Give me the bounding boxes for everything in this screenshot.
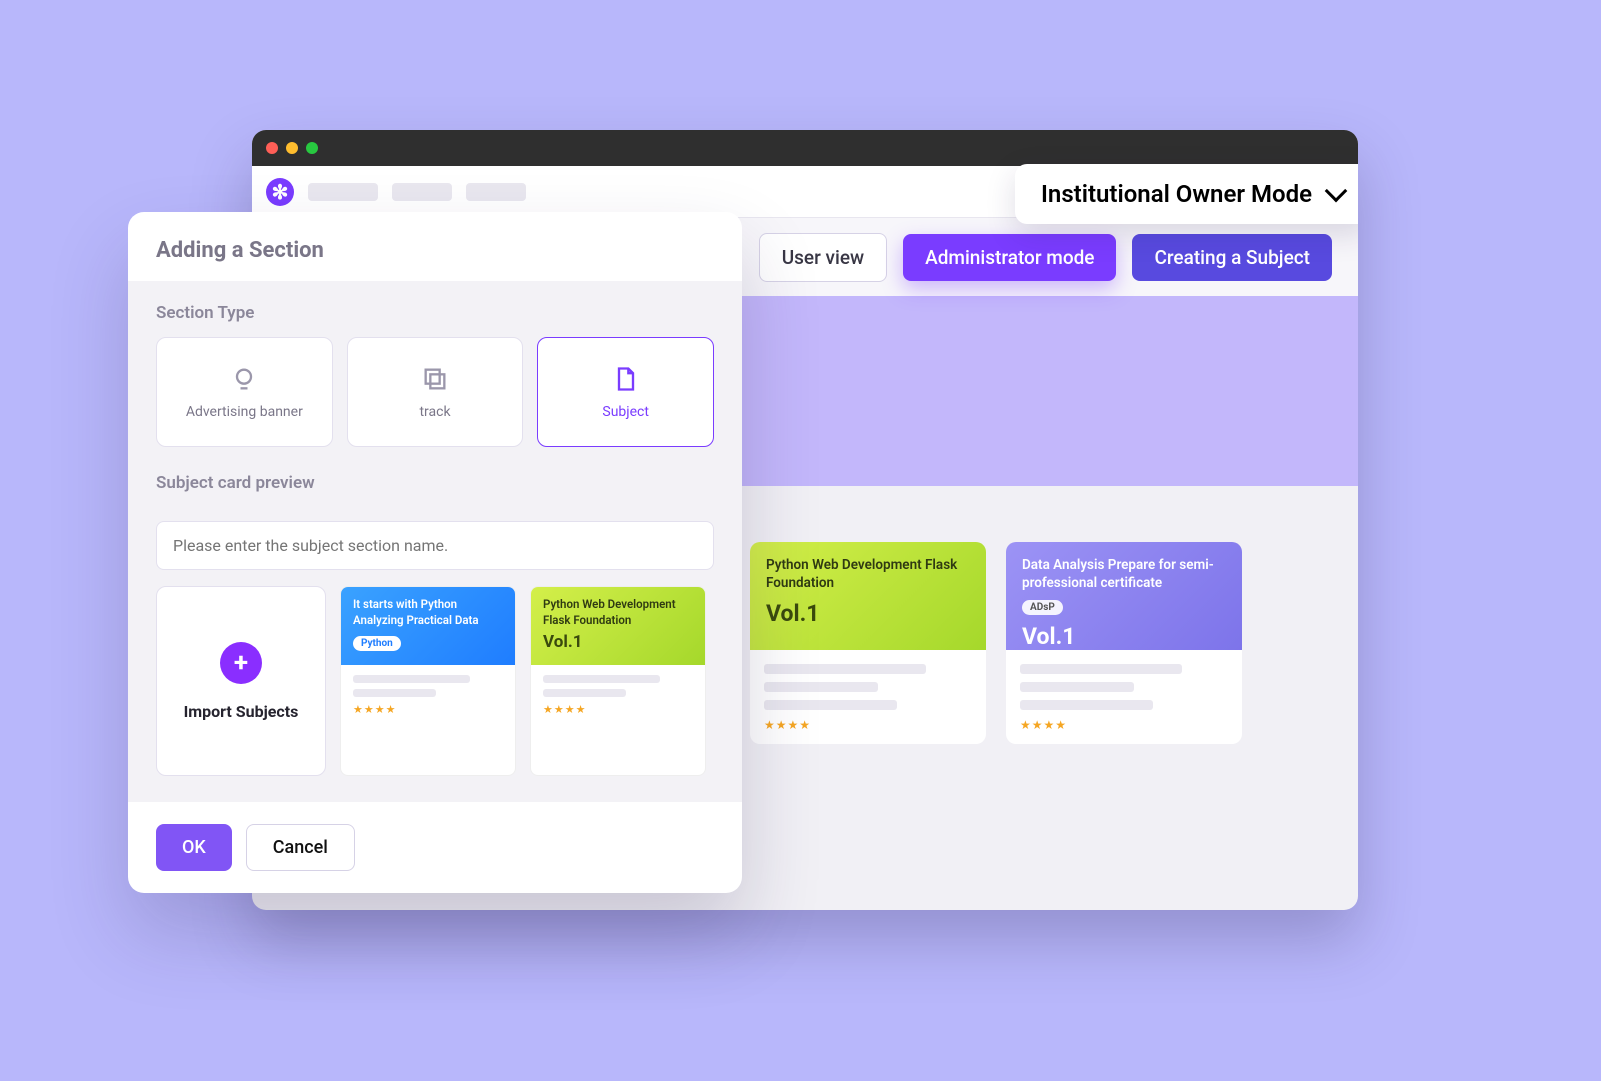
course-title: Python Web Development Flask Foundation [543,597,693,628]
preview-card[interactable]: It starts with Python Analyzing Practica… [340,586,516,776]
traffic-light-close[interactable] [266,142,278,154]
owner-mode-label: Institutional Owner Mode [1041,180,1312,208]
course-title: It starts with Python Analyzing Practica… [353,597,503,628]
nav-placeholder [466,183,526,201]
nav-placeholder [392,183,452,201]
lightbulb-icon [229,364,259,394]
course-card[interactable]: Data Analysis Prepare for semi-professio… [1006,542,1242,744]
course-badge: Python [353,636,401,651]
window-titlebar [252,130,1358,166]
administrator-mode-button[interactable]: Administrator mode [903,234,1116,281]
course-volume: Vol.1 [766,600,970,627]
chevron-down-icon [1325,180,1348,203]
cancel-button[interactable]: Cancel [246,824,355,871]
course-volume: Vol.1 [1022,623,1226,650]
preview-row: + Import Subjects It starts with Python … [156,586,714,776]
rating-stars: ★★★★ [1020,718,1228,732]
course-badge: ADsP [1022,600,1063,615]
traffic-light-zoom[interactable] [306,142,318,154]
section-name-input[interactable] [156,521,714,570]
preview-card[interactable]: Python Web Development Flask Foundation … [530,586,706,776]
import-subjects-label: Import Subjects [184,702,299,721]
rating-stars: ★★★★ [764,718,972,732]
rating-stars: ★★★★ [353,703,503,716]
course-title: Python Web Development Flask Foundation [766,556,970,592]
document-icon [611,364,641,394]
dialog-title: Adding a Section [128,212,742,281]
preview-label: Subject card preview [156,473,714,493]
section-type-subject[interactable]: Subject [537,337,714,447]
app-logo[interactable]: ✻ [266,178,294,206]
course-card[interactable]: Python Web Development Flask Foundation … [750,542,986,744]
traffic-light-minimize[interactable] [286,142,298,154]
owner-mode-selector[interactable]: Institutional Owner Mode [1015,164,1358,224]
course-volume: Vol.1 [543,632,693,652]
import-subjects-button[interactable]: + Import Subjects [156,586,326,776]
creating-subject-button[interactable]: Creating a Subject [1132,234,1332,281]
section-type-label-text: Advertising banner [186,404,303,420]
add-section-dialog: Adding a Section Section Type Advertisin… [128,212,742,893]
rating-stars: ★★★★ [543,703,693,716]
nav-placeholder [308,183,378,201]
dialog-actions: OK Cancel [128,802,742,893]
section-type-label: Section Type [156,303,714,323]
section-type-track[interactable]: track [347,337,524,447]
user-view-button[interactable]: User view [759,233,887,282]
section-type-group: Advertising banner track Subject [156,337,714,447]
ok-button[interactable]: OK [156,824,232,871]
section-type-banner[interactable]: Advertising banner [156,337,333,447]
plus-icon: + [220,642,262,684]
layers-icon [420,364,450,394]
course-title: Data Analysis Prepare for semi-professio… [1022,556,1226,592]
section-type-label-text: Subject [602,404,649,420]
section-type-label-text: track [419,404,450,420]
